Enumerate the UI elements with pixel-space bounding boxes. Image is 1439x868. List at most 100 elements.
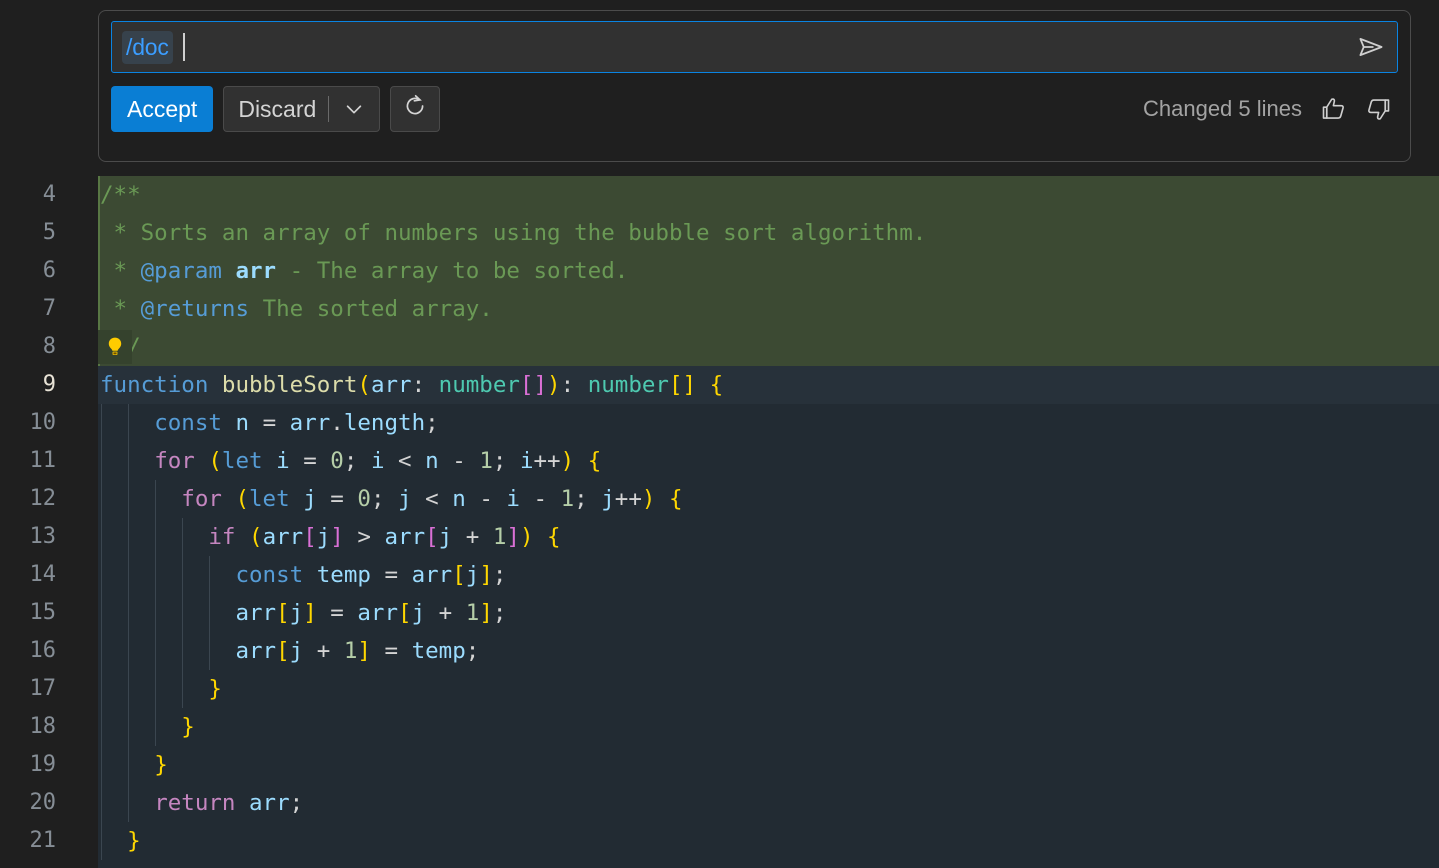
line-number: 16 xyxy=(0,632,56,670)
code-line-text: } xyxy=(98,670,1439,708)
accept-button[interactable]: Accept xyxy=(111,86,213,132)
code-line-text: function bubbleSort(arr: number[]): numb… xyxy=(98,366,1439,404)
thumbs-up-icon[interactable] xyxy=(1318,94,1348,124)
line-number: 7 xyxy=(0,290,56,328)
line-number: 11 xyxy=(0,442,56,480)
indent-guide xyxy=(155,556,156,594)
code-line[interactable]: 16 arr[j + 1] = temp; xyxy=(0,632,1439,670)
code-line[interactable]: 21 } xyxy=(0,822,1439,860)
chat-input-row[interactable]: /doc xyxy=(111,21,1398,73)
code-line[interactable]: 11 for (let i = 0; i < n - 1; i++) { xyxy=(0,442,1439,480)
code-line[interactable]: 6 * @param arr - The array to be sorted. xyxy=(0,252,1439,290)
indent-guide xyxy=(128,594,129,632)
indent-guide xyxy=(155,480,156,518)
code-line[interactable]: 13 if (arr[j] > arr[j + 1]) { xyxy=(0,518,1439,556)
code-line[interactable]: 15 arr[j] = arr[j + 1]; xyxy=(0,594,1439,632)
code-line-text: } xyxy=(98,708,1439,746)
indent-guide xyxy=(155,708,156,746)
send-icon[interactable] xyxy=(1351,27,1391,67)
indent-guide xyxy=(182,594,183,632)
line-number: 19 xyxy=(0,746,56,784)
line-number: 14 xyxy=(0,556,56,594)
indent-guide xyxy=(182,556,183,594)
inline-chat-widget: /doc Accept Discard xyxy=(98,10,1411,162)
code-line[interactable]: 8 */ xyxy=(0,328,1439,366)
code-line-text: const temp = arr[j]; xyxy=(98,556,1439,594)
line-number: 9 xyxy=(0,366,56,404)
indent-guide xyxy=(101,480,102,518)
vscode-editor-with-inline-chat: /doc Accept Discard xyxy=(0,0,1439,868)
indent-guide xyxy=(155,518,156,556)
indent-guide xyxy=(128,518,129,556)
refresh-icon xyxy=(402,93,428,125)
indent-guide xyxy=(128,670,129,708)
code-line[interactable]: 20 return arr; xyxy=(0,784,1439,822)
line-number: 8 xyxy=(0,328,56,366)
lightbulb-icon[interactable] xyxy=(98,330,132,364)
code-line[interactable]: 5 * Sorts an array of numbers using the … xyxy=(0,214,1439,252)
rerun-button[interactable] xyxy=(390,86,440,132)
indent-guide xyxy=(209,594,210,632)
code-lines: 4 /**5 * Sorts an array of numbers using … xyxy=(0,176,1439,860)
indent-guide xyxy=(155,670,156,708)
line-number: 15 xyxy=(0,594,56,632)
inline-chat-feedback-group: Changed 5 lines xyxy=(1143,94,1398,124)
code-line-text: for (let i = 0; i < n - 1; i++) { xyxy=(98,442,1439,480)
code-line[interactable]: 7 * @returns The sorted array. xyxy=(0,290,1439,328)
indent-guide xyxy=(101,404,102,442)
line-number: 18 xyxy=(0,708,56,746)
code-line[interactable]: 19 } xyxy=(0,746,1439,784)
indent-guide xyxy=(128,442,129,480)
indent-guide xyxy=(101,556,102,594)
indent-guide xyxy=(101,632,102,670)
indent-guide xyxy=(101,822,102,860)
indent-guide xyxy=(101,670,102,708)
line-number: 20 xyxy=(0,784,56,822)
code-line-text: for (let j = 0; j < n - i - 1; j++) { xyxy=(98,480,1439,518)
code-line-text: if (arr[j] > arr[j + 1]) { xyxy=(98,518,1439,556)
changed-lines-status: Changed 5 lines xyxy=(1143,96,1302,122)
accept-button-label: Accept xyxy=(127,96,197,123)
editor-scrollbar[interactable] xyxy=(1431,176,1439,868)
slash-command-chip[interactable]: /doc xyxy=(122,31,173,64)
indent-guide xyxy=(128,784,129,822)
indent-guide xyxy=(101,784,102,822)
code-line-text: * @param arr - The array to be sorted. xyxy=(98,252,1439,290)
discard-button[interactable]: Discard xyxy=(223,86,380,132)
indent-guide xyxy=(101,708,102,746)
indent-guide xyxy=(182,670,183,708)
code-line-text: } xyxy=(98,822,1439,860)
line-number: 6 xyxy=(0,252,56,290)
indent-guide xyxy=(155,594,156,632)
indent-guide xyxy=(155,632,156,670)
indent-guide xyxy=(128,708,129,746)
code-editor: 4 /**5 * Sorts an array of numbers using … xyxy=(0,176,1439,868)
line-number: 12 xyxy=(0,480,56,518)
chevron-down-icon[interactable] xyxy=(329,98,379,120)
code-line[interactable]: 17 } xyxy=(0,670,1439,708)
indent-guide xyxy=(182,632,183,670)
indent-guide xyxy=(209,632,210,670)
code-line-text: } xyxy=(98,746,1439,784)
code-line-text: return arr; xyxy=(98,784,1439,822)
line-number: 10 xyxy=(0,404,56,442)
code-line[interactable]: 10 const n = arr.length; xyxy=(0,404,1439,442)
code-line-text: * Sorts an array of numbers using the bu… xyxy=(98,214,1439,252)
code-line-text: /** xyxy=(98,176,1439,214)
discard-button-label: Discard xyxy=(238,96,328,123)
text-caret xyxy=(183,33,185,61)
line-number: 17 xyxy=(0,670,56,708)
code-line[interactable]: 12 for (let j = 0; j < n - i - 1; j++) { xyxy=(0,480,1439,518)
line-number: 13 xyxy=(0,518,56,556)
code-line[interactable]: 9 function bubbleSort(arr: number[]): num… xyxy=(0,366,1439,404)
indent-guide xyxy=(101,746,102,784)
code-line[interactable]: 4 /** xyxy=(0,176,1439,214)
indent-guide xyxy=(101,594,102,632)
line-number: 4 xyxy=(0,176,56,214)
code-line-text: const n = arr.length; xyxy=(98,404,1439,442)
code-line[interactable]: 18 } xyxy=(0,708,1439,746)
code-line-text: * @returns The sorted array. xyxy=(98,290,1439,328)
code-line[interactable]: 14 const temp = arr[j]; xyxy=(0,556,1439,594)
indent-guide xyxy=(128,632,129,670)
thumbs-down-icon[interactable] xyxy=(1364,94,1394,124)
